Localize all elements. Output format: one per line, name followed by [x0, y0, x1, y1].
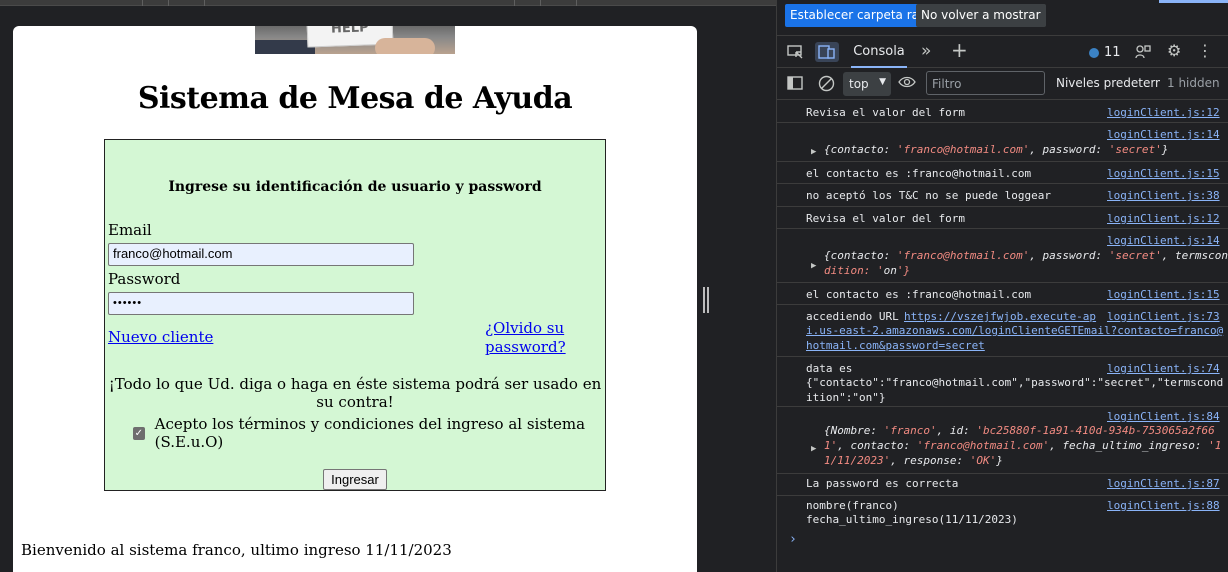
header-image: HELP — [255, 26, 455, 54]
dropdown-arrow-icon: ▼ — [879, 77, 886, 87]
console-message: el contacto es :franco@hotmail.com login… — [777, 162, 1228, 184]
dont-show-again-button[interactable]: No volver a mostrar — [916, 4, 1046, 27]
message-text: {"contacto":"franco@hotmail.com","passwo… — [806, 376, 1224, 389]
settings-gear-icon[interactable]: ⚙ — [1167, 43, 1181, 59]
welcome-message: Bienvenido al sistema franco, ultimo ing… — [21, 541, 452, 559]
login-form: Ingrese su identificación de usuario y p… — [104, 139, 606, 491]
console-output: Revisa el valor del form loginClient.js:… — [777, 101, 1228, 572]
source-link[interactable]: loginClient.js:14 — [1107, 128, 1220, 143]
tab-console[interactable]: Consola — [851, 36, 907, 68]
source-link[interactable]: loginClient.js:87 — [1107, 477, 1220, 492]
password-field[interactable]: •••••• — [108, 292, 414, 315]
devtools-panel: Establecer carpeta raíz No volver a most… — [776, 0, 1228, 572]
request-url-link[interactable]: hotmail.com&password=secret — [806, 339, 985, 354]
console-message: data es loginClient.js:74 {"contacto":"f… — [777, 357, 1228, 407]
top-ruler — [0, 0, 776, 6]
forgot-line-1: ¿Olvido su — [485, 319, 565, 337]
logged-object-line[interactable]: 1/11/2023', response: 'OK'} — [824, 454, 1003, 469]
message-text: Revisa el valor del form — [806, 212, 965, 225]
expand-triangle-icon[interactable]: ▶ — [811, 442, 816, 457]
message-text: no aceptó los T&C no se puede loggear — [806, 189, 1052, 202]
issues-counter[interactable]: 11 — [1089, 45, 1121, 60]
terms-checkbox[interactable]: ✓ — [133, 426, 145, 440]
logged-object[interactable]: {contacto: 'franco@hotmail.com', passwor… — [824, 143, 1168, 158]
email-label: Email — [108, 221, 152, 239]
panel-splitter[interactable] — [703, 287, 709, 313]
more-tabs-icon[interactable]: » — [921, 43, 931, 60]
source-link[interactable]: loginClient.js:15 — [1107, 288, 1220, 303]
message-text: accediendo URL — [806, 310, 899, 323]
console-message: accediendo URL https://vszejfwjob.execut… — [777, 305, 1228, 357]
terms-label: Acepto los términos y condiciones del in… — [154, 415, 586, 451]
source-link[interactable]: loginClient.js:73 — [1107, 310, 1220, 325]
message-text: el contacto es :franco@hotmail.com — [806, 288, 1032, 301]
console-message: La password es correcta loginClient.js:8… — [777, 474, 1228, 496]
devtools-tabbar: Consola » + 11 ⚙ ⋮ — [777, 36, 1228, 68]
console-message: nombre(franco) loginClient.js:88 fecha_u… — [777, 496, 1228, 530]
issues-count: 11 — [1104, 45, 1121, 60]
message-text: el contacto es :franco@hotmail.com — [806, 167, 1032, 180]
console-message: Revisa el valor del form loginClient.js:… — [777, 101, 1228, 123]
password-label: Password — [108, 270, 181, 288]
message-text: fecha_ultimo_ingreso(11/11/2023) — [806, 513, 1018, 526]
forgot-password-link[interactable]: ¿Olvido su password? — [485, 319, 566, 357]
console-message: no aceptó los T&C no se puede loggear lo… — [777, 184, 1228, 207]
context-value: top — [849, 77, 869, 91]
hidden-count: 1 hidden — [1167, 76, 1220, 90]
forgot-line-2: password? — [485, 338, 566, 356]
context-select[interactable]: top ▼ — [843, 72, 891, 96]
clear-console-icon[interactable] — [818, 75, 835, 95]
filter-input[interactable]: Filtro — [926, 71, 1045, 95]
logged-object-line[interactable]: dition: 'on'} — [824, 264, 910, 279]
source-link[interactable]: loginClient.js:14 — [1107, 234, 1220, 249]
console-message: Revisa el valor del form loginClient.js:… — [777, 207, 1228, 229]
message-text: La password es correcta — [806, 477, 959, 490]
logged-object-line[interactable]: {Nombre: 'franco', id: 'bc25880f-1a91-41… — [824, 424, 1215, 439]
source-link[interactable]: loginClient.js:88 — [1107, 499, 1220, 514]
message-text: data es — [806, 362, 853, 375]
expand-triangle-icon[interactable]: ▶ — [811, 259, 816, 274]
source-link[interactable]: loginClient.js:74 — [1107, 362, 1220, 377]
new-client-link[interactable]: Nuevo cliente — [108, 328, 213, 347]
console-message: el contacto es :franco@hotmail.com login… — [777, 283, 1228, 305]
form-heading: Ingrese su identificación de usuario y p… — [168, 179, 542, 195]
eye-icon[interactable] — [898, 75, 916, 92]
more-options-icon[interactable]: ⋮ — [1197, 43, 1213, 59]
logged-object-line[interactable]: {contacto: 'franco@hotmail.com', passwor… — [824, 249, 1228, 264]
source-link[interactable]: loginClient.js:38 — [1107, 189, 1220, 204]
submit-button[interactable]: Ingresar — [323, 469, 387, 490]
console-message: loginClient.js:84 ▶ {Nombre: 'franco', i… — [777, 407, 1228, 474]
request-url-link[interactable]: i.us-east-2.amazonaws.com/loginClienteGE… — [806, 324, 1223, 339]
source-link[interactable]: loginClient.js:15 — [1107, 167, 1220, 182]
source-link[interactable]: loginClient.js:12 — [1107, 106, 1220, 121]
console-message: loginClient.js:14 ▶ {contacto: 'franco@h… — [777, 229, 1228, 283]
page-card: HELP Sistema de Mesa de Ayuda Ingrese su… — [13, 26, 697, 572]
terms-row[interactable]: ✓ Acepto los términos y condiciones del … — [133, 415, 605, 451]
console-prompt[interactable]: › — [789, 532, 797, 548]
source-link[interactable]: loginClient.js:12 — [1107, 212, 1220, 227]
device-toolbar-icon[interactable] — [815, 42, 839, 62]
source-link[interactable]: loginClient.js:84 — [1107, 410, 1220, 425]
expand-triangle-icon[interactable]: ▶ — [811, 145, 816, 160]
devtools-infobar: Establecer carpeta raíz No volver a most… — [777, 0, 1228, 36]
message-text: Revisa el valor del form — [806, 106, 965, 119]
console-toolbar: top ▼ Filtro Niveles predeterminados 1 h… — [777, 68, 1228, 100]
log-levels-dropdown[interactable]: Niveles predeterminados — [1056, 76, 1160, 90]
browser-viewport: HELP Sistema de Mesa de Ayuda Ingrese su… — [0, 0, 776, 572]
connections-icon[interactable] — [1135, 44, 1151, 63]
page-title: Sistema de Mesa de Ayuda — [137, 81, 573, 116]
warning-text: ¡Todo lo que Ud. diga o haga en éste sis… — [108, 375, 602, 411]
set-root-folder-button[interactable]: Establecer carpeta raíz — [785, 4, 934, 27]
sidebar-toggle-icon[interactable] — [787, 76, 803, 93]
request-url-link[interactable]: https://vszejfwjob.execute-ap — [904, 310, 1096, 325]
console-message: loginClient.js:14 ▶ {contacto: 'franco@h… — [777, 123, 1228, 162]
message-icon — [1089, 47, 1099, 58]
email-field[interactable]: franco@hotmail.com — [108, 243, 414, 266]
logged-object-line[interactable]: 1', contacto: 'franco@hotmail.com', fech… — [824, 439, 1221, 454]
inspect-element-icon[interactable] — [787, 44, 804, 63]
message-text: nombre(franco) — [806, 499, 899, 512]
add-tab-icon[interactable]: + — [951, 40, 968, 60]
message-text: ition":"on"} — [806, 391, 886, 404]
